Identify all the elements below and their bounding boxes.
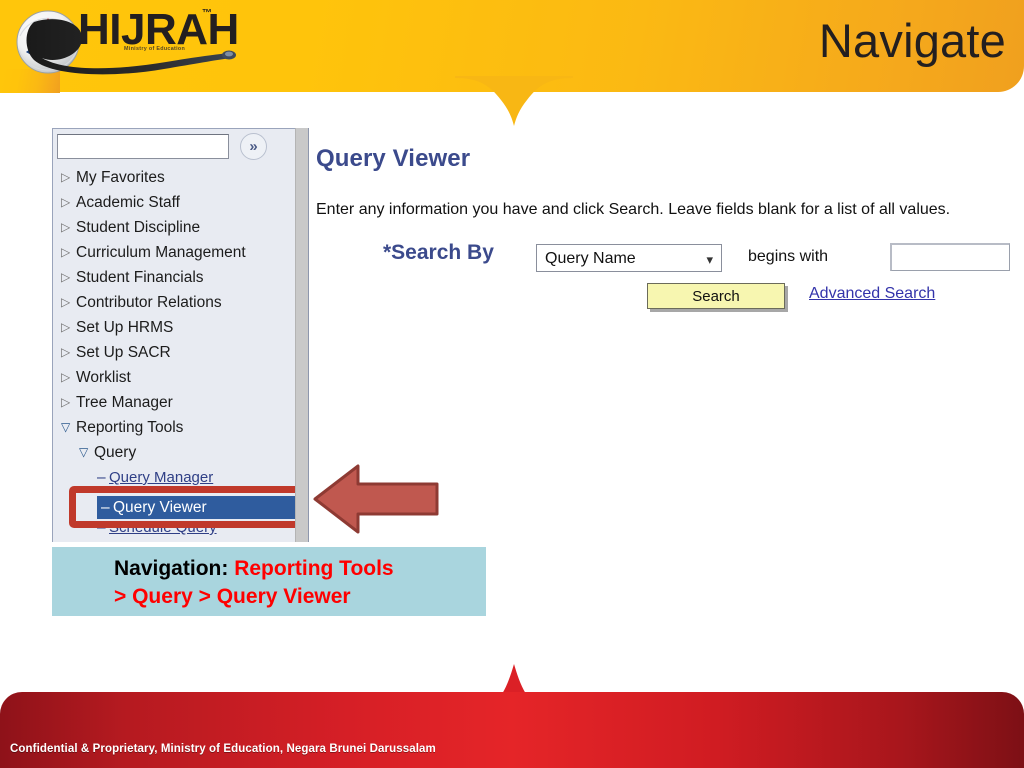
nav-panel-scrollbar[interactable] (295, 128, 309, 542)
nav-item-label: My Favorites (76, 169, 165, 186)
nav-item[interactable]: ▷ Student Discipline (61, 215, 289, 240)
triangle-right-icon: ▷ (61, 295, 71, 309)
search-value-input[interactable] (890, 243, 1010, 271)
nav-item-label: Set Up HRMS (76, 319, 174, 336)
nav-item[interactable]: ▷ Tree Manager (61, 390, 289, 415)
nav-item-label: Query (94, 444, 137, 461)
nav-item-label: Student Financials (76, 269, 204, 286)
content-instructions: Enter any information you have and click… (316, 201, 951, 218)
callout-line-1: Navigation: Reporting Tools (114, 555, 394, 582)
search-by-label: *Search By (383, 241, 494, 264)
callout-highlight: Reporting Tools (234, 557, 394, 580)
triangle-right-icon: ▷ (61, 345, 71, 359)
page-title: Navigate (818, 14, 1006, 67)
header-banner: HIJRAH ™ Ministry of Education Navigate (0, 0, 1024, 93)
nav-item-label: Contributor Relations (76, 294, 222, 311)
left-pointing-arrow-icon (313, 464, 439, 534)
double-chevron-right-icon: » (249, 138, 258, 155)
hijrah-logo: HIJRAH ™ Ministry of Education (6, 2, 239, 86)
nav-item[interactable]: ▷ Curriculum Management (61, 240, 289, 265)
nav-search-go-button[interactable]: » (240, 133, 267, 160)
nav-item[interactable]: ▷ Student Financials (61, 265, 289, 290)
navigation-panel: » ▷ My Favorites ▷ Academic Staff ▷ Student… (52, 128, 306, 542)
nav-search-input[interactable] (57, 134, 229, 159)
triangle-right-icon: ▷ (61, 395, 71, 409)
nav-item-label: Tree Manager (76, 394, 173, 411)
nav-item-label: Reporting Tools (76, 419, 184, 436)
nav-item[interactable]: ▷ Set Up SACR (61, 340, 289, 365)
selection-highlight-box (69, 486, 306, 528)
footer-text: Confidential & Proprietary, Ministry of … (10, 743, 436, 755)
nav-search-row: » (55, 132, 293, 162)
triangle-right-icon: ▷ (61, 170, 71, 184)
logo-trademark: ™ (202, 8, 212, 19)
triangle-down-icon: ▽ (79, 445, 89, 459)
nav-item-label: Academic Staff (76, 194, 180, 211)
logo-tagline: Ministry of Education (124, 46, 186, 52)
advanced-search-link[interactable]: Advanced Search (809, 285, 935, 303)
triangle-down-icon: ▽ (61, 420, 71, 434)
operator-label: begins with (748, 248, 829, 265)
search-button[interactable]: Search (647, 283, 785, 309)
peoplesoft-screenshot: » ▷ My Favorites ▷ Academic Staff ▷ Student… (52, 128, 1010, 548)
search-by-selected-value: Query Name (545, 250, 636, 267)
nav-item[interactable]: ▷ Academic Staff (61, 190, 289, 215)
triangle-right-icon: ▷ (61, 370, 71, 384)
nav-item-label: Student Discipline (76, 219, 201, 236)
triangle-right-icon: ▷ (61, 195, 71, 209)
nav-item-label: Curriculum Management (76, 244, 246, 261)
triangle-right-icon: ▷ (61, 245, 71, 259)
nav-item-reporting-tools[interactable]: ▽ Reporting Tools (61, 415, 289, 440)
nav-leaf-label: Query Manager (109, 469, 214, 486)
chevron-down-icon: ▾ (706, 252, 713, 267)
nav-item-label: Set Up SACR (76, 344, 171, 361)
nav-item-label: Worklist (76, 369, 131, 386)
search-by-select[interactable]: Query Name ▾ (536, 244, 722, 272)
triangle-right-icon: ▷ (61, 220, 71, 234)
callout-prefix: Navigation: (114, 557, 235, 580)
navigation-callout: Navigation: Reporting Tools > Query > Qu… (52, 547, 486, 616)
nav-item[interactable]: ▷ My Favorites (61, 165, 289, 190)
callout-line-2: > Query > Query Viewer (114, 585, 351, 608)
content-title: Query Viewer (316, 145, 471, 172)
nav-item[interactable]: ▷ Worklist (61, 365, 289, 390)
footer-banner (0, 692, 1024, 768)
nav-item[interactable]: ▷ Contributor Relations (61, 290, 289, 315)
triangle-right-icon: ▷ (61, 320, 71, 334)
nav-item[interactable]: ▷ Set Up HRMS (61, 315, 289, 340)
triangle-right-icon: ▷ (61, 270, 71, 284)
nav-item-query[interactable]: ▽ Query (61, 440, 307, 465)
